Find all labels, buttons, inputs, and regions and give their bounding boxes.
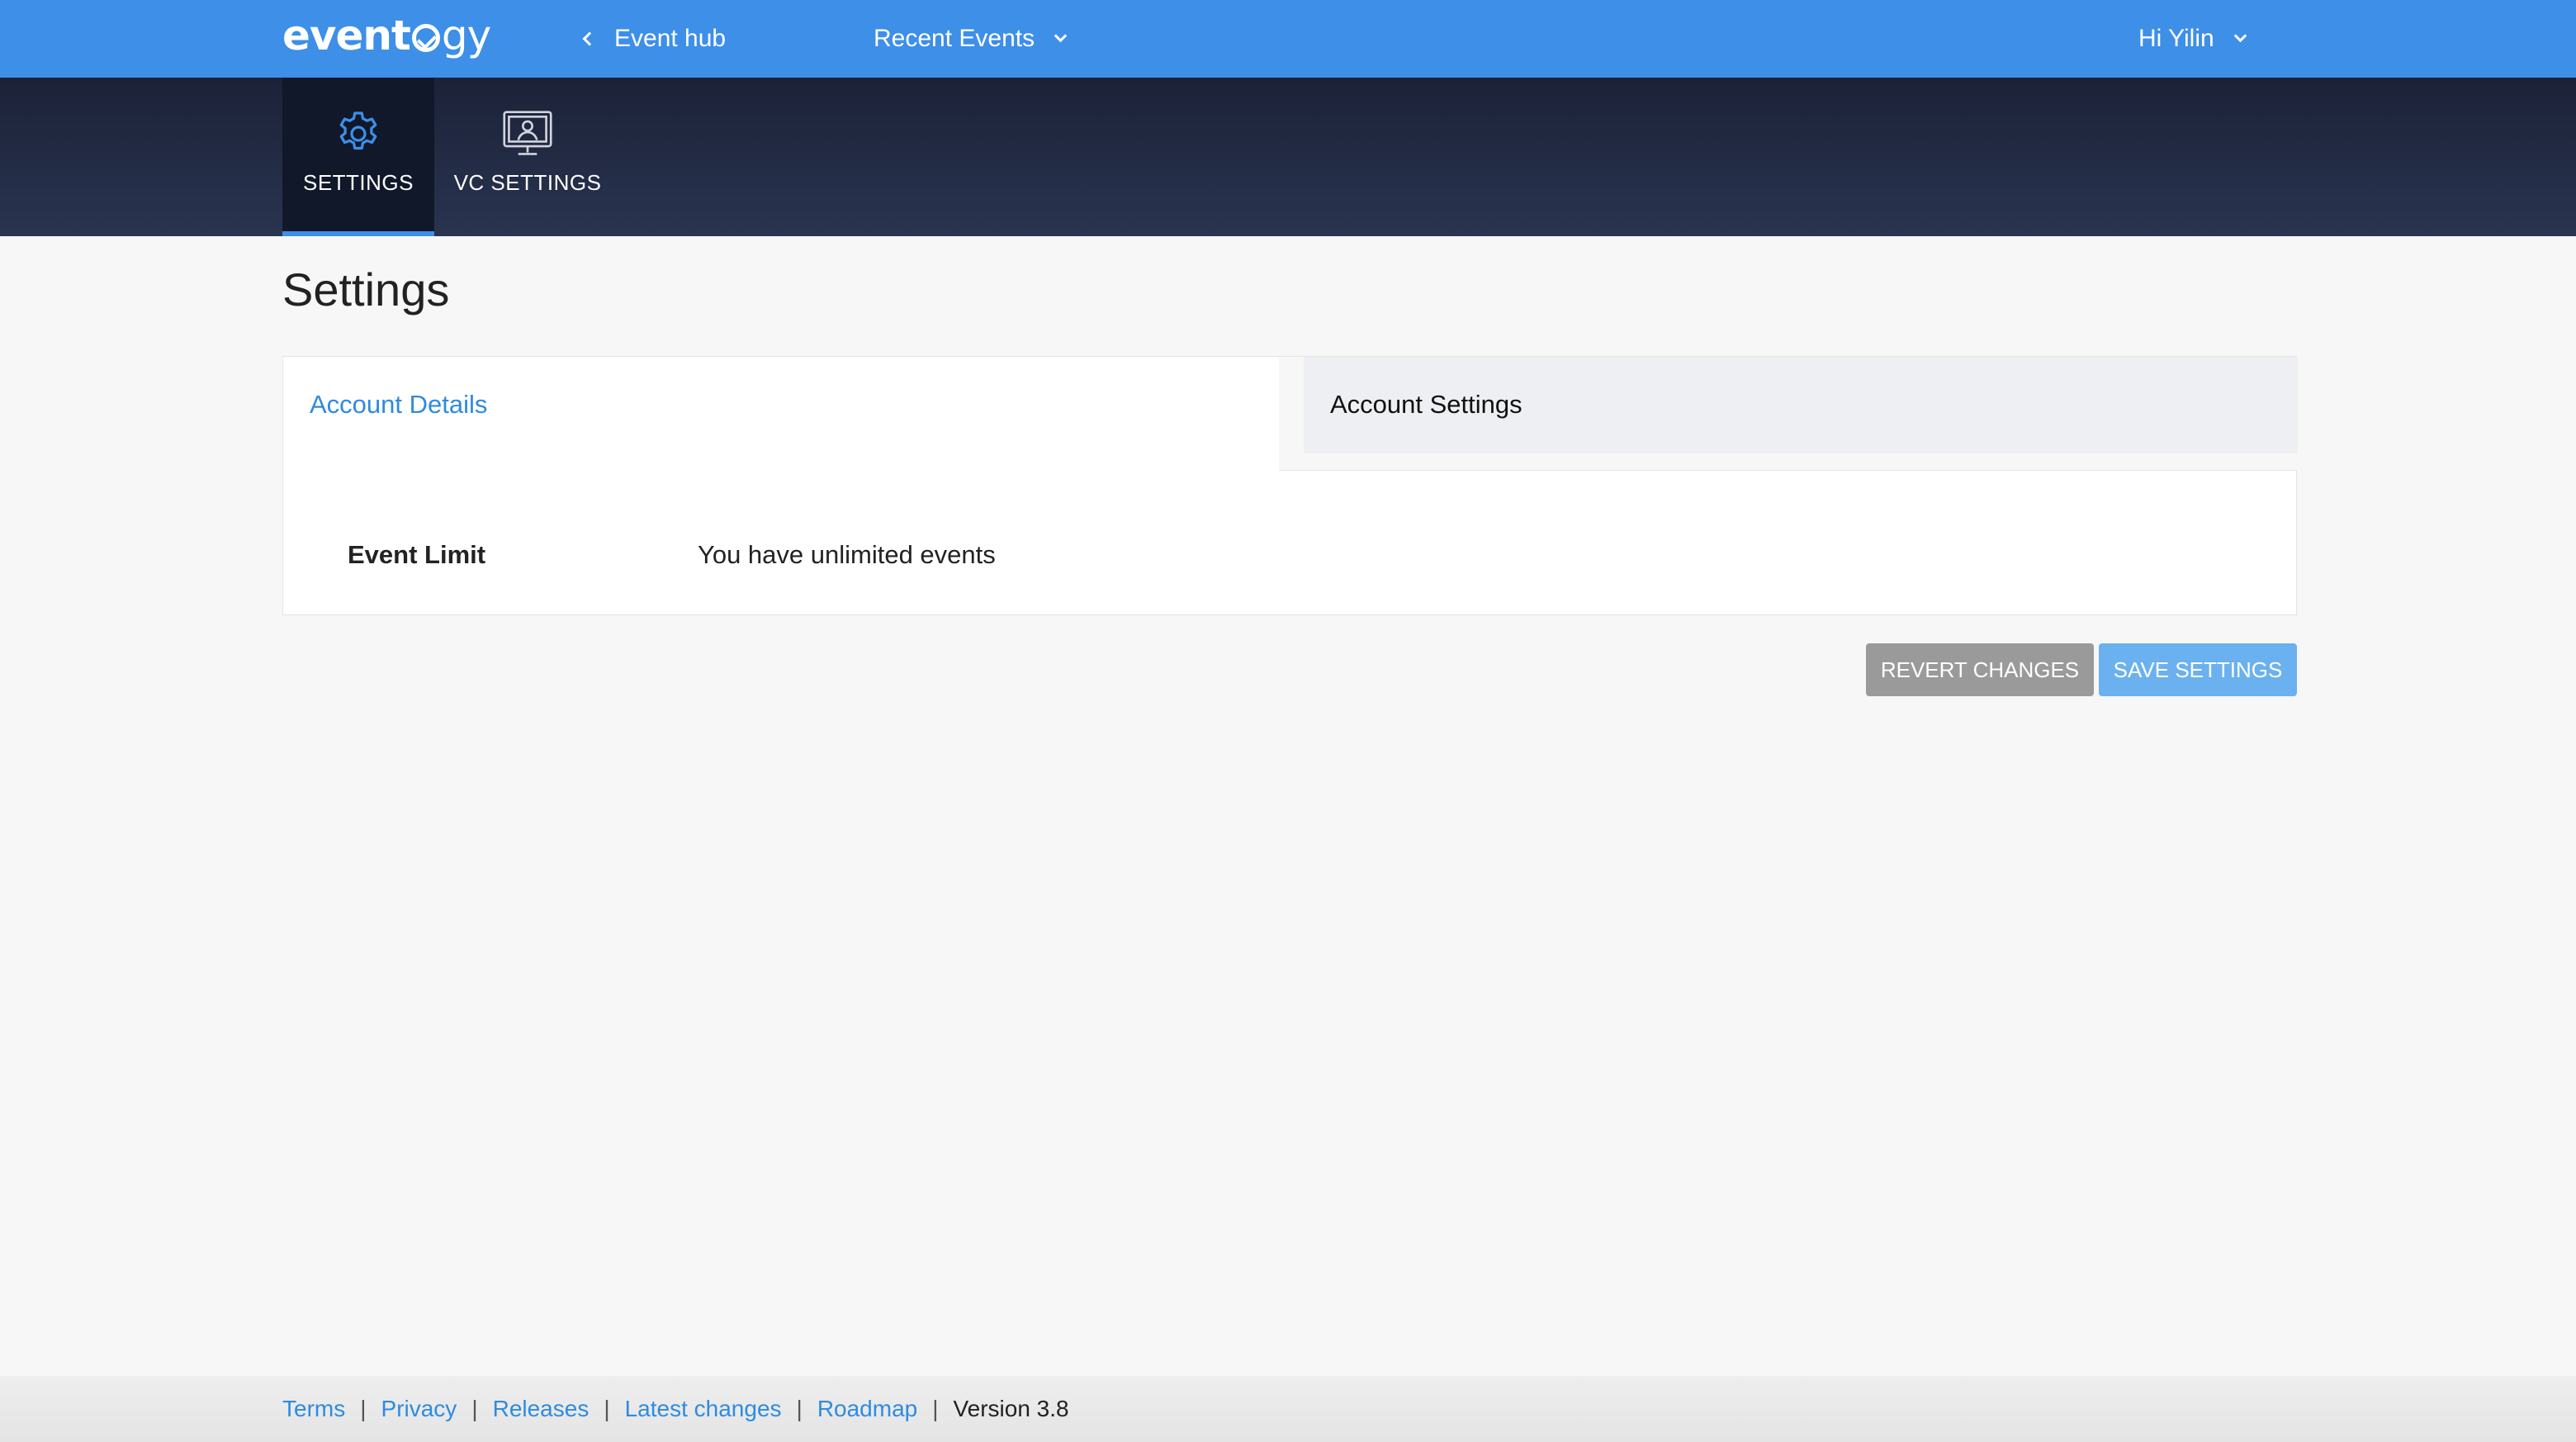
- footer: Terms | Privacy | Releases | Latest chan…: [0, 1376, 2576, 1442]
- eventogy-logo[interactable]: event gy: [282, 12, 491, 59]
- event-limit-value: You have unlimited events: [698, 540, 996, 569]
- footer-link-privacy[interactable]: Privacy: [381, 1396, 457, 1422]
- section-tab-bar: SETTINGS VC SETTINGS: [0, 78, 2576, 236]
- save-settings-button[interactable]: SAVE SETTINGS: [2099, 643, 2297, 696]
- footer-separator: |: [796, 1396, 803, 1421]
- revert-changes-button[interactable]: REVERT CHANGES: [1866, 643, 2094, 696]
- user-menu-dropdown[interactable]: Hi Yilin: [2138, 0, 2247, 78]
- event-limit-label: Event Limit: [348, 540, 486, 569]
- footer-separator: |: [360, 1396, 367, 1421]
- footer-links: Terms | Privacy | Releases | Latest chan…: [282, 1376, 1069, 1442]
- tab-account-settings-label: Account Settings: [1330, 390, 1522, 419]
- logo-text-part-2: gy: [441, 12, 491, 59]
- event-hub-label: Event hub: [614, 25, 727, 52]
- gear-icon: [332, 107, 385, 160]
- tab-vc-settings[interactable]: VC SETTINGS: [447, 78, 608, 236]
- settings-card: Account Details Account Settings Event L…: [282, 356, 2298, 615]
- logo-text-part-1: event: [282, 12, 411, 59]
- user-greeting: Hi Yilin: [2138, 25, 2214, 52]
- footer-separator: |: [604, 1396, 610, 1421]
- chevron-down-icon: [2233, 29, 2247, 42]
- chevron-left-icon: [582, 31, 597, 46]
- tab-account-settings[interactable]: Account Settings: [1304, 357, 2298, 453]
- version-label: Version 3.8: [953, 1396, 1069, 1421]
- chevron-down-icon: [1054, 29, 1068, 42]
- monitor-user-icon: [501, 107, 554, 160]
- tab-settings[interactable]: SETTINGS: [282, 78, 434, 236]
- footer-link-releases[interactable]: Releases: [493, 1396, 590, 1422]
- tab-settings-label: SETTINGS: [302, 170, 414, 195]
- recent-events-dropdown[interactable]: Recent Events: [874, 0, 1068, 78]
- card-tab-strip: Account Settings: [1279, 357, 2298, 471]
- footer-link-latest-changes[interactable]: Latest changes: [625, 1396, 782, 1422]
- tab-account-details-label: Account Details: [310, 390, 488, 419]
- footer-separator: |: [932, 1396, 939, 1421]
- event-hub-back-link[interactable]: Event hub: [582, 0, 727, 78]
- top-navbar: event gy Event hub Recent Events Hi Yili…: [0, 0, 2576, 78]
- footer-link-terms[interactable]: Terms: [282, 1396, 345, 1422]
- footer-link-roadmap[interactable]: Roadmap: [817, 1396, 917, 1422]
- footer-separator: |: [471, 1396, 478, 1421]
- tab-account-details[interactable]: Account Details: [283, 357, 1279, 471]
- page-title: Settings: [282, 263, 450, 315]
- logo-check-icon: [411, 24, 440, 52]
- recent-events-label: Recent Events: [874, 25, 1035, 52]
- tab-vc-settings-label: VC SETTINGS: [453, 170, 602, 195]
